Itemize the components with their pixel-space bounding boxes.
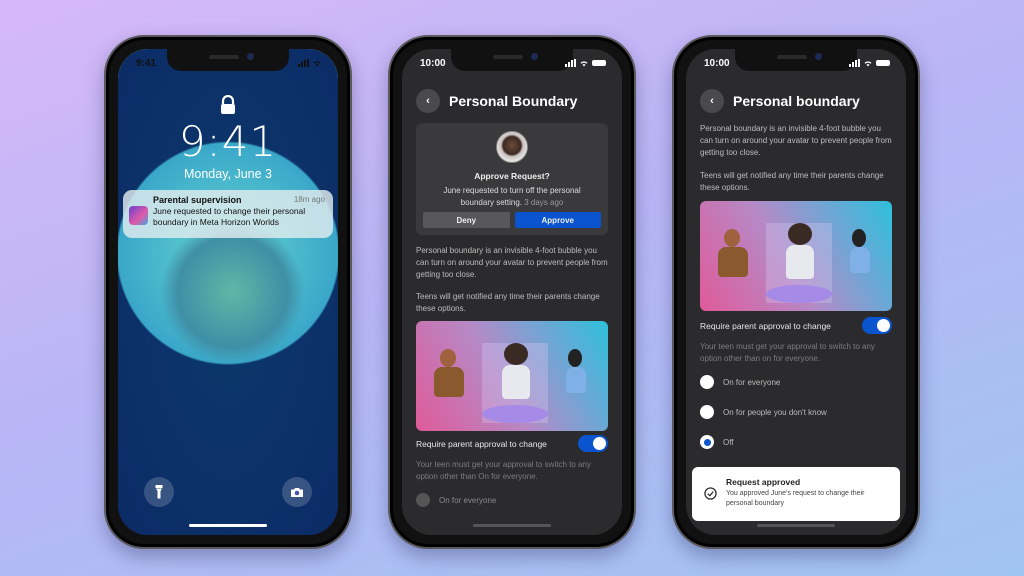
meta-horizon-worlds-icon	[129, 206, 148, 225]
approve-button[interactable]: Approve	[514, 212, 601, 228]
toast-body: You approved June's request to change th…	[726, 490, 865, 507]
back-button[interactable]: ‹	[700, 89, 724, 113]
flashlight-icon	[155, 485, 163, 499]
description: Personal boundary is an invisible 4-foot…	[700, 124, 892, 157]
status-time: 10:00	[704, 57, 730, 69]
lock-icon	[221, 95, 235, 114]
deny-button[interactable]: Deny	[423, 212, 510, 228]
notification-parental-supervision[interactable]: Parental supervision 18m ago June reques…	[123, 190, 333, 238]
camera-button[interactable]	[282, 477, 312, 507]
toggle-label: Require parent approval to change	[416, 438, 547, 449]
notice: Teens will get notified any time their p…	[416, 292, 600, 313]
home-indicator[interactable]	[473, 524, 551, 527]
back-button[interactable]: ‹	[416, 89, 440, 113]
header: ‹ Personal Boundary	[416, 89, 608, 113]
toast-title: Request approved	[726, 477, 801, 487]
toggle-label: Require parent approval to change	[700, 320, 831, 331]
status-time: 10:00	[420, 57, 446, 69]
lock-date: Monday, June 3	[183, 167, 273, 181]
request-screen: 10:00 ‹ Personal Boundary Approve Reques…	[402, 49, 622, 535]
chevron-left-icon: ‹	[710, 95, 714, 107]
hint: Your teen must get your approval to swit…	[700, 342, 875, 363]
camera-icon	[291, 487, 303, 497]
radio-button[interactable]	[416, 493, 430, 507]
require-approval-toggle[interactable]	[862, 317, 892, 334]
battery-icon	[592, 60, 606, 66]
lock-screen: 9:41 9:41 Monday, June 3 Parental superv…	[118, 49, 338, 535]
header: ‹ Personal boundary	[700, 89, 892, 113]
flashlight-button[interactable]	[144, 477, 174, 507]
notification-time: 18m ago	[293, 195, 325, 204]
status-bar: 10:00	[686, 55, 906, 71]
option-on-for-everyone[interactable]: On for everyone	[700, 375, 780, 389]
request-time: 3 days ago	[524, 198, 564, 207]
option-on-for-everyone[interactable]: On for everyone	[416, 493, 496, 507]
require-approval-toggle[interactable]	[578, 435, 608, 452]
status-time: 9:41	[136, 57, 157, 69]
home-indicator[interactable]	[757, 524, 835, 527]
signal-icon	[849, 59, 860, 67]
notice: Teens will get notified any time their p…	[700, 171, 884, 192]
notification-body: June requested to change their personal …	[153, 206, 306, 227]
lock-time: 9:41	[178, 117, 278, 166]
require-approval-row: Require parent approval to change	[700, 317, 892, 334]
radio-button[interactable]	[700, 375, 714, 389]
request-body: June requested to turn off the personal …	[443, 186, 581, 207]
home-indicator[interactable]	[189, 524, 267, 527]
avatar	[496, 131, 528, 163]
wifi-icon	[864, 61, 872, 67]
request-title: Approve Request?	[474, 171, 550, 181]
hero-illustration	[700, 201, 892, 311]
check-circle-icon	[704, 487, 717, 500]
require-approval-row: Require parent approval to change	[416, 435, 608, 452]
page-title: Personal boundary	[733, 93, 860, 109]
wifi-icon	[313, 61, 321, 67]
phone-lock-screen: 9:41 9:41 Monday, June 3 Parental superv…	[104, 35, 352, 549]
description: Personal boundary is an invisible 4-foot…	[416, 246, 608, 279]
hero-illustration	[416, 321, 608, 431]
radio-button[interactable]	[700, 405, 714, 419]
status-bar: 10:00	[402, 55, 622, 71]
page-title: Personal Boundary	[449, 93, 578, 109]
approved-screen: 10:00 ‹ Personal boundary Personal bound…	[686, 49, 906, 535]
signal-icon	[565, 59, 576, 67]
hint: Your teen must get your approval to swit…	[416, 460, 591, 481]
request-approved-toast: Request approved You approved June's req…	[692, 467, 900, 521]
status-bar: 9:41	[118, 55, 338, 71]
battery-icon	[876, 60, 890, 66]
option-on-for-strangers[interactable]: On for people you don't know	[700, 405, 827, 419]
option-off[interactable]: Off	[700, 435, 734, 449]
signal-icon	[298, 59, 309, 67]
phone-request-approved: 10:00 ‹ Personal boundary Personal bound…	[672, 35, 920, 549]
approve-request-card: Approve Request? June requested to turn …	[416, 123, 608, 235]
wifi-icon	[580, 61, 588, 67]
chevron-left-icon: ‹	[426, 95, 430, 107]
phone-approve-request: 10:00 ‹ Personal Boundary Approve Reques…	[388, 35, 636, 549]
radio-button-selected[interactable]	[700, 435, 714, 449]
